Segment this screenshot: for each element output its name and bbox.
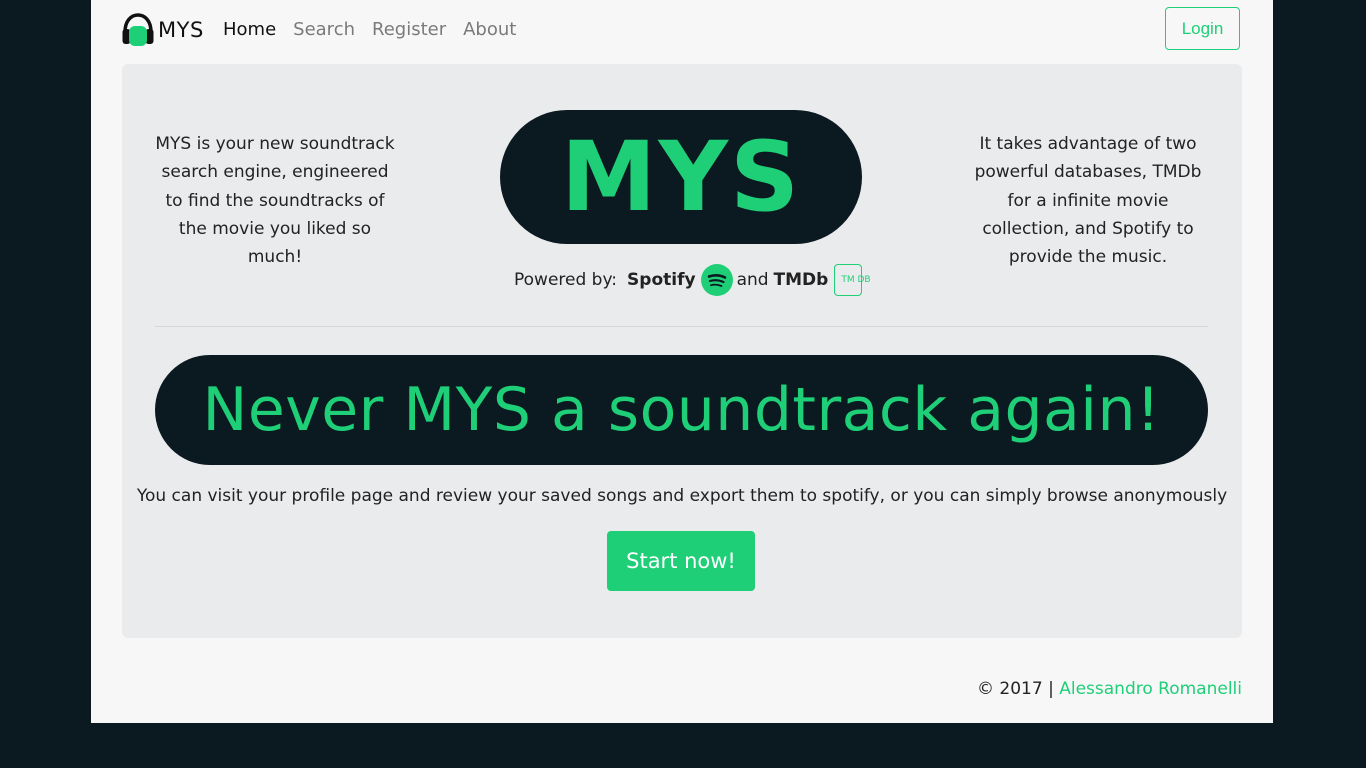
spotify-label: Spotify [627, 270, 696, 290]
nav-search[interactable]: Search [293, 18, 355, 42]
navbar: MYS Home Search Register About Login [91, 0, 1273, 60]
hero-logo-pill: MYS [500, 110, 862, 244]
author-link[interactable]: Alessandro Romanelli [1059, 679, 1242, 699]
nav-about[interactable]: About [463, 18, 516, 42]
hero-title: MYS [560, 121, 802, 233]
nav-register[interactable]: Register [372, 18, 446, 42]
intro-text-left: MYS is your new soundtrack search engine… [155, 134, 395, 268]
divider [155, 326, 1208, 327]
copyright-text: © 2017 | [977, 679, 1054, 699]
tmdb-label: TMDb [773, 270, 829, 290]
spotify-icon [700, 264, 733, 296]
start-now-button[interactable]: Start now! [607, 531, 755, 591]
and-label: and [736, 270, 769, 290]
slogan-banner: Never MYS a soundtrack again! [155, 355, 1208, 465]
headphones-icon [122, 13, 154, 46]
login-button[interactable]: Login [1165, 7, 1240, 50]
powered-by: Powered by: Spotify and TMDb TM DB [514, 262, 871, 298]
hero-panel: MYS is your new soundtrack search engine… [122, 64, 1242, 638]
nav-links: Home Search Register About [223, 18, 533, 42]
powered-label: Powered by: [514, 270, 618, 290]
description-text: You can visit your profile page and revi… [136, 486, 1228, 506]
intro-text-right: It takes advantage of two powerful datab… [974, 134, 1202, 268]
footer: © 2017 | Alessandro Romanelli [977, 679, 1242, 699]
tmdb-icon-text: TM DB [841, 274, 871, 285]
slogan-text: Never MYS a soundtrack again! [202, 375, 1161, 445]
brand-name: MYS [158, 18, 204, 42]
tmdb-icon: TM DB [834, 264, 871, 296]
page-container: MYS Home Search Register About Login MYS… [91, 0, 1273, 723]
brand[interactable]: MYS [121, 12, 204, 48]
nav-home[interactable]: Home [223, 18, 276, 42]
